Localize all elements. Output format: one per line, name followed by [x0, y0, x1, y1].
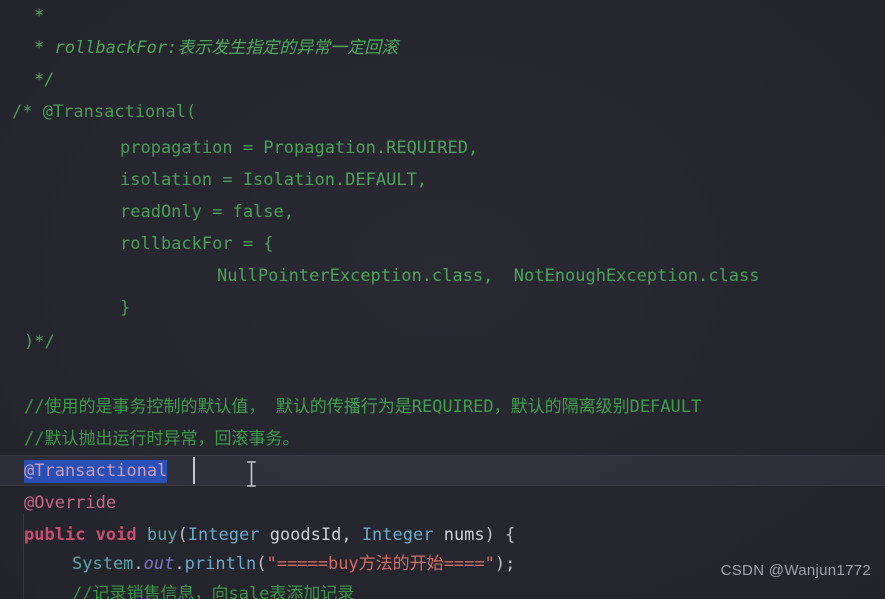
code-token: System — [72, 554, 134, 574]
code-token: */ — [34, 70, 55, 90]
code-token: println — [184, 554, 257, 574]
code-line[interactable]: * rollbackFor:表示发生指定的异常一定回滚 — [34, 32, 398, 64]
code-token: nums — [443, 525, 485, 545]
code-token: ); — [494, 554, 516, 574]
code-line[interactable]: readOnly = false, — [120, 196, 294, 228]
watermark-label: CSDN @Wanjun1772 — [720, 562, 871, 579]
code-line[interactable]: public void buy(Integer goodsId, Integer… — [24, 519, 515, 551]
code-token: goodsId, — [269, 525, 362, 545]
code-line[interactable]: //使用的是事务控制的默认值， 默认的传播行为是REQUIRED，默认的隔离级别… — [24, 391, 701, 423]
code-token: "=====buy方法的开始====" — [266, 554, 495, 574]
code-line[interactable]: rollbackFor = { — [120, 228, 274, 260]
code-line[interactable]: NullPointerException.class, NotEnoughExc… — [217, 260, 759, 292]
code-line[interactable]: //默认抛出运行时异常，回滚事务。 — [24, 423, 299, 455]
editor-text-area[interactable]: * * rollbackFor:表示发生指定的异常一定回滚 */ /* @Transa… — [0, 0, 885, 599]
code-token: rollbackFor = { — [120, 234, 274, 254]
code-token: Integer — [361, 525, 444, 545]
code-line[interactable]: /* @Transactional( — [12, 96, 196, 128]
code-token: //默认抛出运行时异常，回滚事务。 — [24, 429, 300, 449]
code-token: Integer — [187, 525, 270, 545]
text-caret — [193, 457, 195, 484]
code-token: . — [174, 554, 185, 574]
code-token: isolation = Isolation.DEFAULT, — [120, 170, 428, 190]
code-token: public void — [24, 525, 147, 545]
code-token: * rollbackFor:表示发生指定的异常一定回滚 — [34, 38, 399, 58]
code-token: } — [120, 298, 131, 318]
code-line-annotation-transactional[interactable]: @Transactional — [24, 455, 168, 487]
code-line[interactable]: * — [34, 0, 44, 32]
code-token: ( — [177, 525, 188, 545]
code-token: * — [34, 6, 45, 26]
code-token: /* @Transactional( — [12, 102, 197, 122]
code-line[interactable]: System.out.println("=====buy方法的开始===="); — [72, 548, 515, 580]
code-token: propagation = Propagation.REQUIRED, — [120, 138, 479, 158]
code-line[interactable]: )*/ — [24, 326, 55, 358]
code-token: NullPointerException.class, NotEnoughExc… — [217, 266, 760, 286]
code-token: )*/ — [24, 332, 55, 352]
code-token: ) { — [484, 525, 516, 545]
selected-text-transactional[interactable]: @Transactional — [24, 460, 168, 483]
code-line-comment-sale-record: //记录销售信息，向sale表添加记录 — [72, 578, 354, 599]
code-line[interactable]: isolation = Isolation.DEFAULT, — [120, 164, 427, 196]
code-line[interactable]: */ — [34, 64, 54, 96]
code-token: @Override — [24, 493, 117, 513]
clipped-line-text: //记录销售信息，向sale表添加记录 — [72, 584, 355, 599]
code-token: . — [133, 554, 144, 574]
code-line[interactable]: @Override — [24, 487, 116, 519]
code-editor-window: * * rollbackFor:表示发生指定的异常一定回滚 */ /* @Transa… — [0, 0, 885, 599]
code-token: ( — [256, 554, 267, 574]
code-token: buy — [146, 525, 178, 545]
code-token: readOnly = false, — [120, 202, 294, 222]
code-line[interactable]: } — [120, 292, 130, 324]
code-token: out — [143, 554, 175, 574]
code-line[interactable]: propagation = Propagation.REQUIRED, — [120, 132, 478, 164]
code-token: //使用的是事务控制的默认值， 默认的传播行为是REQUIRED，默认的隔离级别… — [24, 397, 702, 417]
i-beam-cursor-icon — [245, 461, 258, 487]
